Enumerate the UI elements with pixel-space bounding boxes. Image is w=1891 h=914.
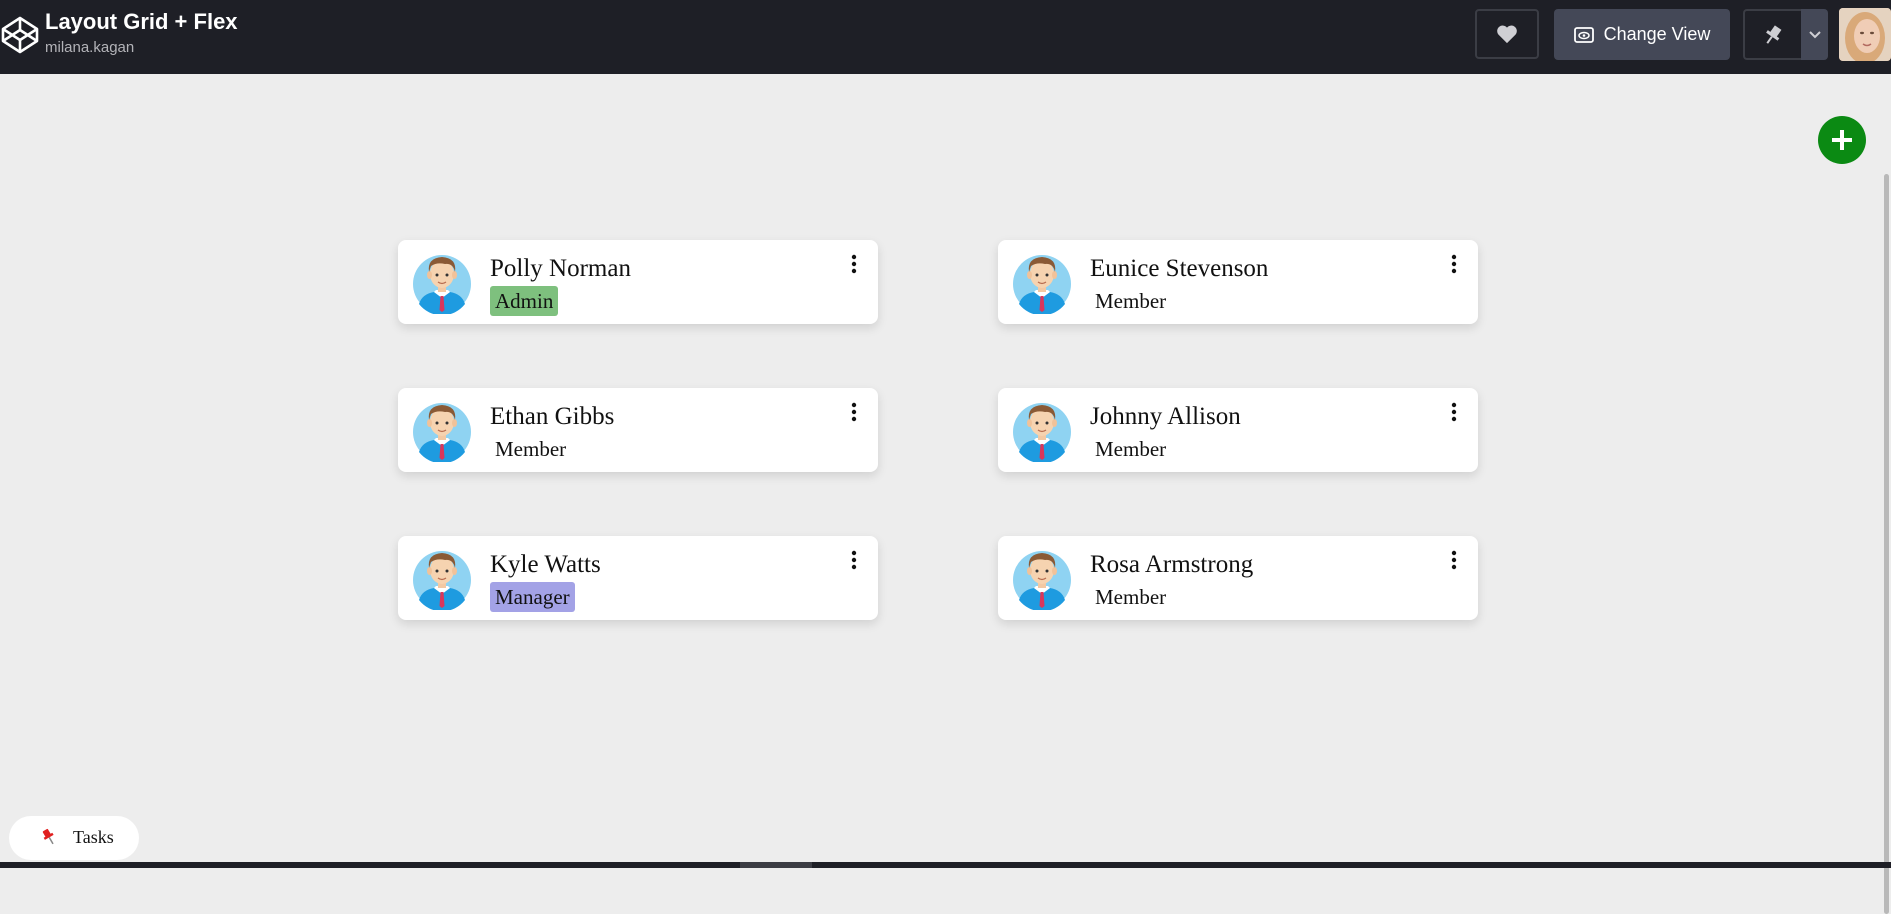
pin-button[interactable] [1743, 9, 1801, 60]
role-badge: Member [495, 437, 567, 461]
member-avatar [412, 250, 472, 316]
member-avatar [1012, 546, 1072, 612]
member-name: Johnny Allison [1090, 403, 1241, 430]
user-avatar[interactable] [1839, 8, 1891, 61]
scrollbar-thumb[interactable] [1884, 174, 1889, 914]
member-card[interactable]: Johnny Allison Member [998, 388, 1478, 472]
more-options-icon[interactable] [850, 253, 858, 275]
role-badge: Member [1095, 437, 1167, 461]
more-options-icon[interactable] [1450, 549, 1458, 571]
member-card[interactable]: Ethan Gibbs Member [398, 388, 878, 472]
chevron-down-icon [1808, 30, 1821, 38]
tasks-label: Tasks [73, 827, 114, 847]
plus-icon [1832, 130, 1852, 150]
member-card[interactable]: Kyle Watts Manager [398, 536, 878, 620]
more-options-icon[interactable] [850, 401, 858, 423]
pushpin-icon [42, 828, 54, 845]
tasks-button[interactable]: Tasks [9, 816, 139, 860]
eye-frame-icon [1573, 26, 1594, 43]
member-name: Eunice Stevenson [1090, 255, 1269, 282]
member-name: Kyle Watts [490, 551, 601, 578]
change-view-label: Change View [1603, 24, 1711, 44]
member-avatar [1012, 398, 1072, 464]
scrollbar[interactable] [1881, 74, 1891, 914]
like-button[interactable] [1475, 9, 1539, 59]
pin-dropdown-button[interactable] [1801, 9, 1828, 60]
member-card[interactable]: Polly Norman Admin [398, 240, 878, 324]
more-options-icon[interactable] [1450, 401, 1458, 423]
member-avatar [1012, 250, 1072, 316]
more-options-icon[interactable] [1450, 253, 1458, 275]
bottom-bar-handle[interactable] [740, 862, 812, 868]
role-badge: Manager [490, 582, 575, 612]
change-view-button[interactable]: Change View [1554, 9, 1730, 60]
member-name: Polly Norman [490, 255, 631, 282]
member-avatar [412, 398, 472, 464]
pin-icon [1766, 24, 1782, 44]
codepen-logo-icon[interactable] [0, 15, 40, 55]
member-card[interactable]: Eunice Stevenson Member [998, 240, 1478, 324]
heart-icon [1497, 25, 1517, 44]
add-member-button[interactable] [1818, 116, 1866, 164]
member-name: Rosa Armstrong [1090, 551, 1254, 578]
role-badge: Member [1095, 289, 1167, 313]
bottom-bar [0, 862, 1891, 868]
role-badge: Member [1095, 585, 1167, 609]
member-name: Ethan Gibbs [490, 403, 615, 430]
role-badge: Admin [490, 286, 559, 316]
more-options-icon[interactable] [850, 549, 858, 571]
member-card[interactable]: Rosa Armstrong Member [998, 536, 1478, 620]
member-avatar [412, 546, 472, 612]
top-bar: Layout Grid + Flex milana.kagan Change V… [0, 0, 1891, 74]
author-username[interactable]: milana.kagan [45, 39, 134, 56]
pen-title[interactable]: Layout Grid + Flex [45, 9, 238, 35]
